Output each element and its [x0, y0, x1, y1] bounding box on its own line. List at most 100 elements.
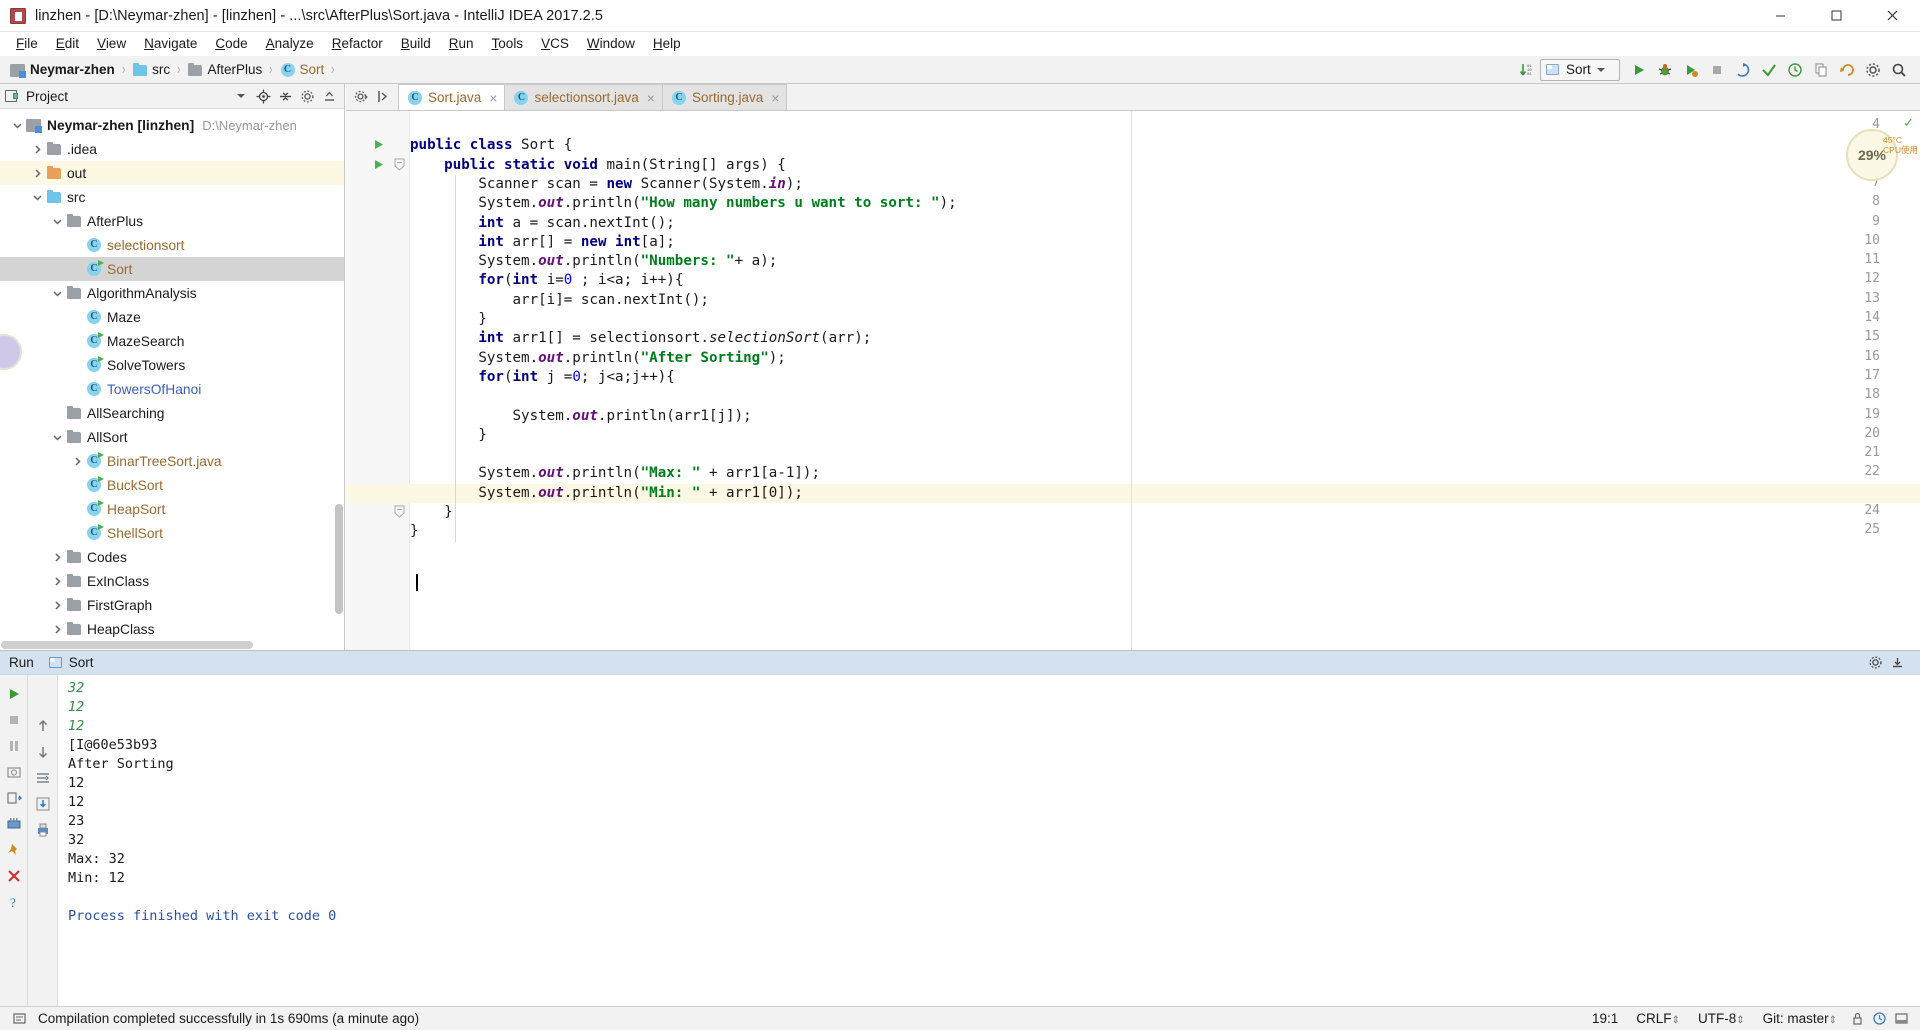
close-icon[interactable]: × [771, 91, 779, 105]
code-fold-icon[interactable] [394, 505, 405, 521]
stop-icon[interactable] [1704, 58, 1730, 82]
menu-item-navigate[interactable]: Navigate [135, 33, 206, 55]
menu-item-tools[interactable]: Tools [483, 33, 533, 55]
chevron-right-icon[interactable] [68, 449, 86, 473]
pause-icon[interactable] [2, 733, 26, 759]
tree-node-shellsort[interactable]: C ShellSort [0, 521, 344, 545]
print-icon[interactable] [31, 817, 55, 843]
sort-direction-icon[interactable]: 01 10 01 [1514, 58, 1540, 82]
editor-tab-selectionsort-java[interactable]: Cselectionsort.java × [504, 84, 663, 110]
menu-item-window[interactable]: Window [578, 33, 644, 55]
scroll-down-icon[interactable] [31, 739, 55, 765]
tree-node-exinclass[interactable]: ExInClass [0, 569, 344, 593]
tree-node-heapsort[interactable]: C HeapSort [0, 497, 344, 521]
vcs-commit-icon[interactable] [1756, 58, 1782, 82]
tree-node-algorithmanalysis[interactable]: AlgorithmAnalysis [0, 281, 344, 305]
menu-item-code[interactable]: Code [206, 33, 256, 55]
run-icon[interactable] [1626, 58, 1652, 82]
copy-icon[interactable] [1808, 58, 1834, 82]
stop-icon[interactable] [2, 707, 26, 733]
tree-node-src[interactable]: src [0, 185, 344, 209]
maximize-button[interactable] [1808, 0, 1864, 32]
tree-node-bucksort[interactable]: C BuckSort [0, 473, 344, 497]
memory-icon[interactable] [1868, 1008, 1890, 1030]
menu-item-build[interactable]: Build [392, 33, 440, 55]
scroll-to-end-icon[interactable] [31, 791, 55, 817]
git-branch[interactable]: Git: master⇕ [1754, 1011, 1846, 1026]
breadcrumb-sort[interactable]: C Sort [278, 59, 327, 81]
chevron-down-icon[interactable] [48, 209, 66, 233]
menu-item-refactor[interactable]: Refactor [323, 33, 392, 55]
menu-item-vcs[interactable]: VCS [532, 33, 578, 55]
vcs-history-icon[interactable] [1782, 58, 1808, 82]
tree-node-heapclass[interactable]: HeapClass [0, 617, 344, 641]
tree-node-solvetowers[interactable]: C SolveTowers [0, 353, 344, 377]
chevron-right-icon[interactable] [48, 617, 66, 641]
chevron-right-icon[interactable] [28, 161, 46, 185]
tree-node--idea[interactable]: .idea [0, 137, 344, 161]
console-output[interactable]: 32 12 12 [I@60e53b93 After Sorting 12 12 23 32 Ma… [58, 675, 1920, 1007]
breadcrumb-afterplus[interactable]: AfterPlus [185, 59, 264, 81]
breadcrumb-neymar-zhen[interactable]: Neymar-zhen [8, 59, 117, 81]
tree-node-neymar-zhen-linzhen-[interactable]: Neymar-zhen [linzhen] D:\Neymar-zhen [0, 113, 344, 137]
export-icon[interactable] [2, 785, 26, 811]
tree-node-selectionsort[interactable]: Cselectionsort [0, 233, 344, 257]
breadcrumb-src[interactable]: src [130, 59, 172, 81]
close-icon[interactable]: × [647, 91, 655, 105]
tree-node-codes[interactable]: Codes [0, 545, 344, 569]
editor-tab-sorting-java[interactable]: C Sorting.java × [661, 84, 788, 110]
lock-icon[interactable] [1846, 1008, 1868, 1030]
tree-node-out[interactable]: out [0, 161, 344, 185]
tree-node-sort[interactable]: C Sort [0, 257, 344, 281]
menu-item-view[interactable]: View [88, 33, 135, 55]
minimize-button[interactable] [1752, 0, 1808, 32]
debug-icon[interactable] [1652, 58, 1678, 82]
undo-icon[interactable] [1834, 58, 1860, 82]
chevron-down-icon[interactable] [28, 185, 46, 209]
scroll-up-icon[interactable] [31, 713, 55, 739]
soft-wrap-icon[interactable] [31, 765, 55, 791]
settings-icon[interactable] [1860, 58, 1886, 82]
run-configuration-selector[interactable]: Sort [1540, 58, 1620, 81]
chevron-down-icon[interactable] [230, 85, 252, 107]
caret-position[interactable]: 19:1 [1583, 1011, 1627, 1026]
gutter-run-icon[interactable] [372, 138, 385, 156]
project-tree-vertical-scrollbar[interactable] [335, 504, 343, 614]
chevron-right-icon[interactable] [48, 569, 66, 593]
settings-gear-icon[interactable] [296, 85, 318, 107]
hide-icon[interactable] [318, 85, 340, 107]
tree-node-allsort[interactable]: AllSort [0, 425, 344, 449]
close-button[interactable] [1864, 0, 1920, 32]
collapse-all-icon[interactable] [274, 85, 296, 107]
settings-gear-icon[interactable] [1864, 652, 1886, 674]
settings-gear-icon[interactable] [350, 85, 372, 109]
memory-monitor-icon[interactable] [2, 811, 26, 837]
gutter-run-icon[interactable] [372, 158, 385, 176]
tree-node-allsearching[interactable]: AllSearching [0, 401, 344, 425]
rerun-icon[interactable] [2, 681, 26, 707]
editor-tab-sort-java[interactable]: C Sort.java × [398, 84, 506, 110]
run-coverage-icon[interactable] [1678, 58, 1704, 82]
tree-node-towersofhanoi[interactable]: C TowersOfHanoi [0, 377, 344, 401]
menu-item-edit[interactable]: Edit [47, 33, 88, 55]
chevron-down-icon[interactable] [1596, 67, 1605, 72]
hide-icon[interactable] [1890, 1008, 1912, 1030]
menu-item-analyze[interactable]: Analyze [257, 33, 323, 55]
tree-node-mazesearch[interactable]: C MazeSearch [0, 329, 344, 353]
help-icon[interactable]: ? [2, 889, 26, 915]
tree-node-firstgraph[interactable]: FirstGraph [0, 593, 344, 617]
camera-icon[interactable] [2, 759, 26, 785]
chevron-down-icon[interactable] [48, 281, 66, 305]
search-icon[interactable] [1886, 58, 1912, 82]
event-log-icon[interactable] [8, 1008, 30, 1030]
editor-code[interactable]: public class Sort { public static void m… [346, 111, 1920, 650]
editor-body[interactable]: 45678910111213141516171819202122232425 p… [346, 111, 1920, 650]
close-icon[interactable] [2, 863, 26, 889]
menu-item-run[interactable]: Run [440, 33, 483, 55]
expand-editor-icon[interactable] [372, 85, 394, 109]
chevron-down-icon[interactable] [8, 113, 26, 137]
line-separator[interactable]: CRLF⇕ [1627, 1011, 1689, 1026]
file-encoding[interactable]: UTF-8⇕ [1689, 1011, 1754, 1026]
close-icon[interactable]: × [489, 91, 497, 105]
chevron-right-icon[interactable] [48, 593, 66, 617]
